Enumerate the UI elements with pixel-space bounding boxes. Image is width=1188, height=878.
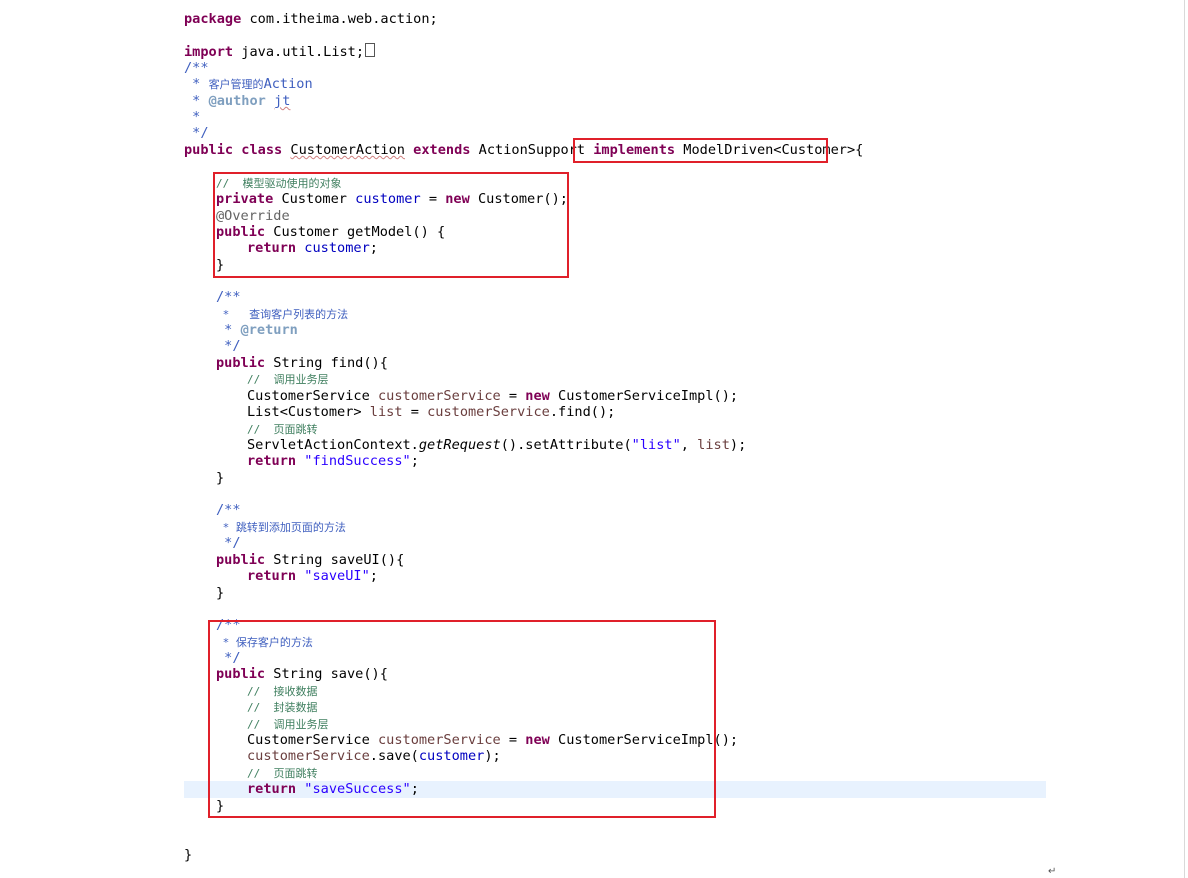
comment-call-service: // 调用业务层 (247, 373, 329, 386)
highlight-box-implements (573, 138, 828, 163)
super-class: ActionSupport (478, 142, 586, 158)
keyword: return (247, 568, 297, 584)
type-name: List<Customer> (247, 404, 362, 420)
operator: = (500, 388, 526, 404)
return-saveui: return "saveUI"; (247, 568, 378, 585)
type-name: CustomerService (247, 388, 370, 404)
javadoc-tag: @author (208, 93, 266, 109)
class-javadoc-open: /** (184, 60, 209, 76)
javadoc-star: * (184, 93, 209, 109)
string-literal: "saveUI" (304, 568, 370, 584)
class-javadoc-author: * @author jt (184, 93, 290, 110)
operator: = (402, 404, 428, 420)
javadoc-star: * (216, 322, 241, 338)
keyword: import (184, 44, 234, 60)
list-init: List<Customer> list = customerService.fi… (247, 404, 615, 421)
saveui-javadoc-close: */ (216, 535, 241, 551)
local-variable: customerService (427, 404, 550, 420)
semicolon: ; (410, 453, 419, 469)
paragraph-mark-icon: ↵ (1048, 866, 1057, 877)
javadoc-text: 客户管理的 (208, 78, 264, 91)
constructor-call: CustomerServiceImpl(); (558, 388, 739, 404)
comma: , (680, 437, 698, 453)
keyword: new (525, 388, 550, 404)
class-close: } (184, 847, 193, 863)
saveui-javadoc-open: /** (216, 502, 241, 518)
class-javadoc-blank: * (184, 109, 201, 125)
set-attribute-call: ServletActionContext.getRequest().setAtt… (247, 437, 746, 454)
method-call: .find(); (549, 404, 616, 420)
package-name: com.itheima.web.action; (241, 11, 438, 27)
string-literal: "findSuccess" (304, 453, 411, 469)
return-find-success: return "findSuccess"; (247, 453, 419, 470)
package-line: package com.itheima.web.action; (184, 11, 438, 28)
saveui-signature: public String saveUI(){ (216, 552, 404, 569)
highlight-box-model-driven (213, 172, 569, 278)
string-literal: "list" (631, 437, 681, 453)
saveui-javadoc-desc: * 跳转到添加页面的方法 (216, 521, 346, 534)
folded-import-icon[interactable] (365, 43, 376, 57)
paren: ); (729, 437, 747, 453)
javadoc-author: jt (274, 93, 291, 109)
saveui-close: } (216, 585, 225, 601)
type-name: String (273, 552, 323, 568)
class-name: ServletActionContext. (247, 437, 419, 453)
type-name: String (273, 355, 323, 371)
static-method: getRequest (418, 437, 501, 453)
local-variable: list (697, 437, 730, 453)
find-javadoc-return: * @return (216, 322, 298, 339)
service-init: CustomerService customerService = new Cu… (247, 388, 738, 405)
local-variable: customerService (377, 388, 501, 404)
keyword: public (216, 552, 266, 568)
find-javadoc-desc: * 查询客户列表的方法 (216, 308, 349, 321)
class-javadoc-desc: * 客户管理的Action (184, 76, 313, 93)
keyword: public (216, 355, 266, 371)
method-signature: find(){ (330, 355, 388, 371)
keyword: extends (413, 142, 471, 158)
code-editor[interactable]: package com.itheima.web.action; import j… (0, 0, 1188, 878)
semicolon: ; (369, 568, 378, 584)
class-name: CustomerAction (290, 142, 405, 158)
method-signature: saveUI(){ (330, 552, 405, 568)
find-close: } (216, 470, 225, 486)
method-call: ().setAttribute( (500, 437, 632, 453)
keyword: package (184, 11, 242, 27)
javadoc-text: Action (263, 76, 313, 92)
javadoc-star: * (184, 76, 209, 92)
find-signature: public String find(){ (216, 355, 388, 372)
local-variable: list (369, 404, 403, 420)
find-javadoc-close: */ (216, 338, 241, 354)
comment-page-jump: // 页面跳转 (247, 423, 318, 436)
class-javadoc-close: */ (184, 125, 209, 141)
import-name: java.util.List; (233, 44, 365, 60)
import-line: import java.util.List; (184, 43, 376, 60)
find-javadoc-open: /** (216, 289, 241, 305)
keyword: class (241, 142, 283, 158)
keyword: public (184, 142, 234, 158)
brace: { (855, 142, 864, 158)
highlight-box-save-method (208, 620, 716, 818)
keyword: return (247, 453, 297, 469)
javadoc-tag: @return (240, 322, 298, 338)
